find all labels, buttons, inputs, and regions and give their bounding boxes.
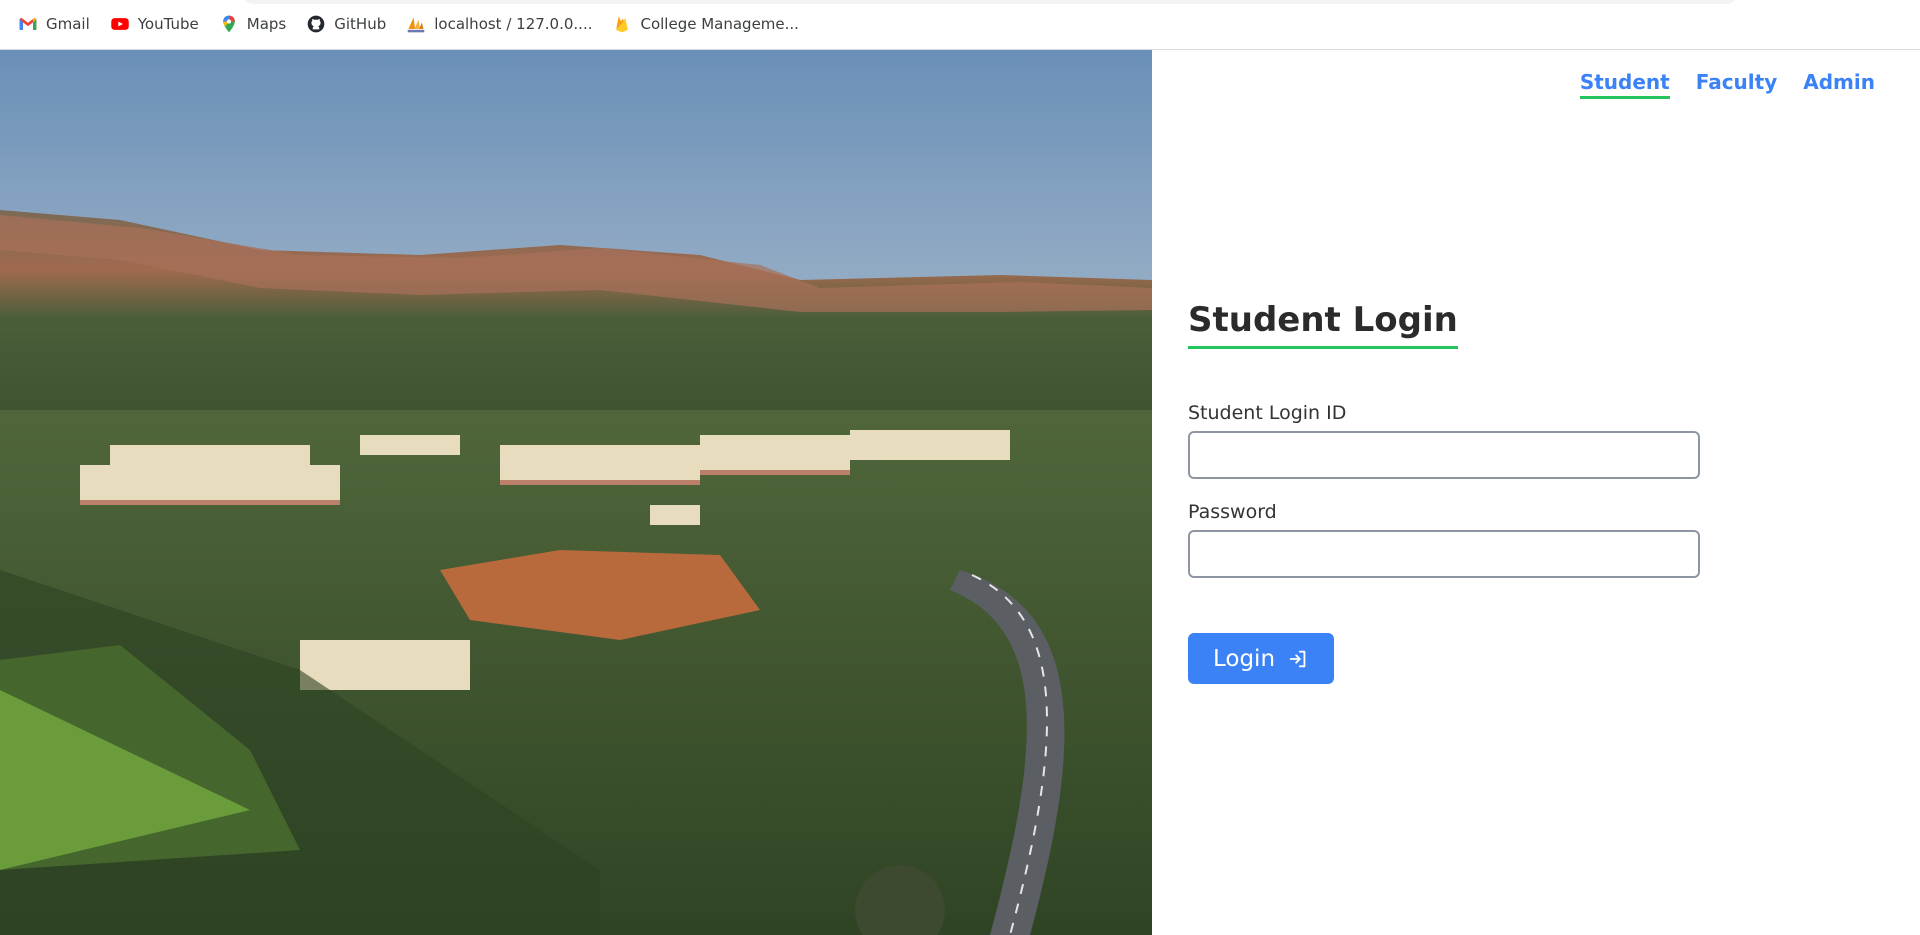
bookmark-maps[interactable]: Maps (219, 14, 286, 34)
password-label: Password (1188, 501, 1277, 523)
gmail-icon (18, 14, 38, 34)
student-id-input[interactable] (1188, 431, 1700, 479)
bookmark-github[interactable]: GitHub (306, 14, 386, 34)
tab-student[interactable]: Student (1579, 70, 1670, 99)
student-id-label: Student Login ID (1188, 402, 1347, 424)
tab-faculty[interactable]: Faculty (1696, 70, 1778, 99)
bookmark-label: localhost / 127.0.0.... (434, 15, 593, 33)
tab-admin[interactable]: Admin (1803, 70, 1875, 99)
bookmarks-bar: Gmail YouTube Maps GitHub localhost / 12… (0, 0, 1920, 50)
bookmark-label: College Manageme... (640, 15, 799, 33)
github-icon (306, 14, 326, 34)
password-input[interactable] (1188, 530, 1700, 578)
login-arrow-icon (1287, 648, 1309, 670)
bookmark-label: GitHub (334, 15, 387, 33)
firebase-icon (612, 14, 632, 34)
bookmark-label: Gmail (46, 15, 90, 33)
bookmark-localhost[interactable]: localhost / 127.0.0.... (406, 14, 592, 34)
login-panel: Student Faculty Admin Student Login Stud… (1152, 50, 1920, 935)
page-title: Student Login (1188, 300, 1458, 349)
bookmark-label: Maps (246, 15, 287, 33)
bookmark-college-management[interactable]: College Manageme... (612, 14, 799, 34)
campus-aerial-image (0, 50, 1152, 935)
login-button[interactable]: Login (1188, 633, 1334, 684)
phpmyadmin-icon (406, 14, 426, 34)
bookmark-list: Gmail YouTube Maps GitHub localhost / 12… (18, 14, 799, 34)
role-tabs: Student Faculty Admin (1579, 70, 1875, 99)
maps-pin-icon (219, 14, 239, 34)
bookmark-youtube[interactable]: YouTube (110, 14, 199, 34)
bookmark-label: YouTube (137, 15, 199, 33)
youtube-icon (110, 14, 130, 34)
address-bar-edge[interactable] (240, 0, 1740, 4)
bookmark-gmail[interactable]: Gmail (18, 14, 90, 34)
login-button-label: Login (1212, 645, 1276, 672)
